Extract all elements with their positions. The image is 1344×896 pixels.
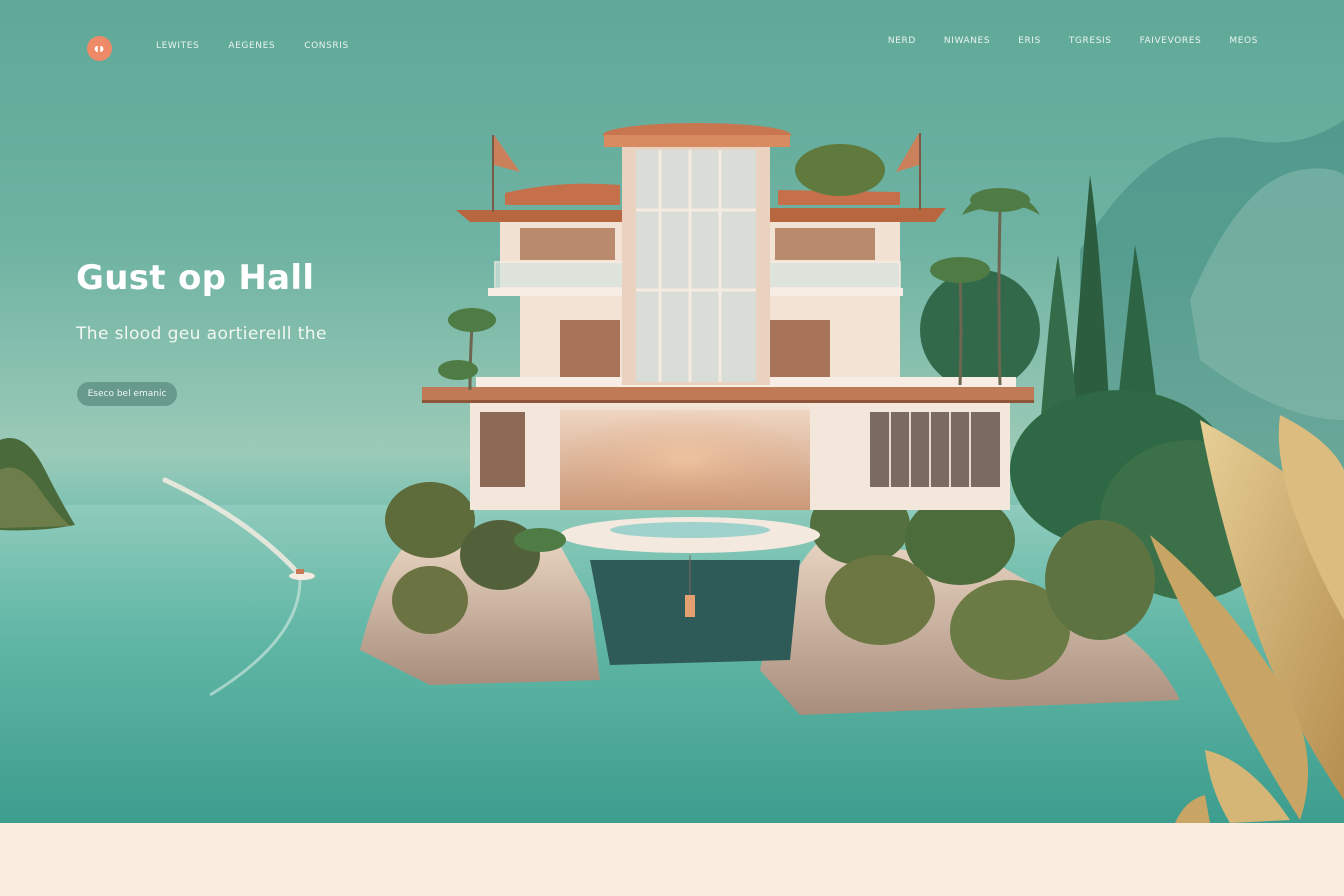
nav-link-aegenes[interactable]: AEGENES [228,41,275,51]
hero-subtitle: The slood geu aortiereıll the [76,324,327,344]
hero-section: ◖◗ LEWITES AEGENES CONSRIS NERD NIWANES … [0,0,1344,823]
footer-band [0,823,1344,896]
primary-nav: LEWITES AEGENES CONSRIS [156,41,349,51]
nav-link-faivevores[interactable]: FAIVEVORES [1140,36,1202,46]
logo-badge-icon: ◖◗ [94,44,105,53]
nav-link-niwanes[interactable]: NIWANES [944,36,990,46]
nav-link-tgresis[interactable]: TGRESIS [1069,36,1112,46]
roof-right [770,208,946,222]
balcony-slab [422,387,1034,401]
roof-left [456,210,625,222]
hanging-lantern [685,595,695,617]
nav-link-eris[interactable]: ERIS [1018,36,1041,46]
secondary-nav: NERD NIWANES ERIS TGRESIS FAIVEVORES MEO… [888,36,1258,46]
hero-title: Gust op Hall [76,258,315,298]
nav-link-meos[interactable]: MEOS [1229,36,1258,46]
nav-link-nerd[interactable]: NERD [888,36,916,46]
logo-button[interactable]: ◖◗ [87,36,112,61]
hero-illustration [0,120,1344,823]
cta-button[interactable]: Eseco bel emanic [77,382,177,406]
nav-link-consris[interactable]: CONSRIS [304,41,349,51]
nav-link-lewites[interactable]: LEWITES [156,41,199,51]
